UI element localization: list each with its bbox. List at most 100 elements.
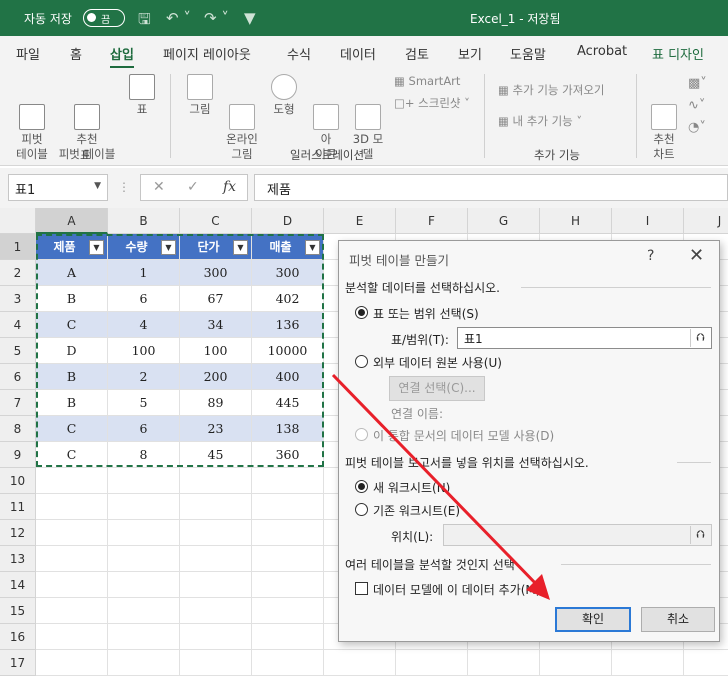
grid-cell[interactable] [180,520,252,546]
grid-cell[interactable] [684,650,728,676]
column-header-b[interactable]: B [108,208,180,234]
screenshot-button[interactable]: □+ 스크린샷 ˅ [394,95,470,111]
save-icon[interactable]: 🖫 [138,9,151,34]
row-header-16[interactable]: 16 [0,624,36,650]
tab-view[interactable]: 보기 [458,44,482,63]
row-header-1[interactable]: 1 [0,234,36,260]
table-cell[interactable]: 10000 [252,338,324,364]
grid-cell[interactable] [324,650,396,676]
table-cell[interactable]: 34 [180,312,252,338]
select-all-corner[interactable] [0,208,36,234]
grid-cell[interactable] [36,572,108,598]
grid-cell[interactable] [108,572,180,598]
online-pictures-button[interactable]: 온라인 그림 [222,74,262,177]
grid-cell[interactable] [396,650,468,676]
table-cell[interactable]: B [36,364,108,390]
radio-new-worksheet-label[interactable]: 새 워크시트(N) [373,479,450,496]
filter-dropdown-icon[interactable]: ▼ [233,240,248,255]
pictures-button[interactable]: 그림 [182,74,218,117]
grid-cell[interactable] [252,624,324,650]
undo-icon[interactable]: ↶ ˅ [166,9,191,27]
radio-table-range-label[interactable]: 표 또는 범위 선택(S) [373,305,479,322]
row-header-3[interactable]: 3 [0,286,36,312]
grid-cell[interactable] [108,546,180,572]
choose-connection-button[interactable]: 연결 선택(C)... [389,376,485,401]
table-cell[interactable]: D [36,338,108,364]
table-header-cell[interactable]: 수량 ▼ [108,234,180,260]
autosave-toggle[interactable]: 끔 [83,9,125,27]
column-header-g[interactable]: G [468,208,540,234]
table-cell[interactable]: A [36,260,108,286]
line-chart-icon[interactable]: ∿˅ [688,98,705,113]
tab-page-layout[interactable]: 페이지 레이아웃 [163,44,251,63]
table-cell[interactable]: 4 [108,312,180,338]
collapse-dialog-icon[interactable]: ⮉ [690,329,710,347]
grid-cell[interactable] [612,650,684,676]
column-header-e[interactable]: E [324,208,396,234]
range-input[interactable]: 표1 ⮉ [457,327,712,349]
table-cell[interactable]: 136 [252,312,324,338]
column-chart-icon[interactable]: ▩˅ [688,76,707,91]
table-cell[interactable]: 89 [180,390,252,416]
table-cell[interactable]: C [36,312,108,338]
table-cell[interactable]: 6 [108,286,180,312]
grid-cell[interactable] [108,598,180,624]
radio-table-range[interactable] [355,306,368,319]
row-header-11[interactable]: 11 [0,494,36,520]
column-header-h[interactable]: H [540,208,612,234]
grid-cell[interactable] [108,650,180,676]
row-header-7[interactable]: 7 [0,390,36,416]
grid-cell[interactable] [180,598,252,624]
table-cell[interactable]: 445 [252,390,324,416]
table-header-cell[interactable]: 제품 ▼ [36,234,108,260]
table-cell[interactable]: 1 [108,260,180,286]
table-cell[interactable]: 8 [108,442,180,468]
collapse-dialog-icon[interactable]: ⮉ [690,526,710,544]
grid-cell[interactable] [36,468,108,494]
get-addins-button[interactable]: ▦ 추가 기능 가져오기 [498,82,604,98]
tab-home[interactable]: 홈 [70,44,82,63]
tab-acrobat[interactable]: Acrobat [577,44,627,59]
filter-dropdown-icon[interactable]: ▼ [161,240,176,255]
grid-cell[interactable] [108,494,180,520]
table-cell[interactable]: 100 [180,338,252,364]
grid-cell[interactable] [108,624,180,650]
location-input[interactable]: ⮉ [443,524,712,546]
row-header-9[interactable]: 9 [0,442,36,468]
table-cell[interactable]: 100 [108,338,180,364]
tab-table-design[interactable]: 표 디자인 [652,44,704,63]
grid-cell[interactable] [252,494,324,520]
table-cell[interactable]: C [36,442,108,468]
table-cell[interactable]: 67 [180,286,252,312]
table-cell[interactable]: 2 [108,364,180,390]
filter-dropdown-icon[interactable]: ▼ [89,240,104,255]
formula-input[interactable]: 제품 [254,174,728,201]
column-header-d[interactable]: D [252,208,324,234]
table-cell[interactable]: 5 [108,390,180,416]
row-header-17[interactable]: 17 [0,650,36,676]
table-button[interactable]: 표 [124,74,160,117]
table-cell[interactable]: 6 [108,416,180,442]
grid-cell[interactable] [252,572,324,598]
tab-data[interactable]: 데이터 [340,44,376,63]
column-header-c[interactable]: C [180,208,252,234]
shapes-button[interactable]: 도형 [266,74,302,117]
grid-cell[interactable] [36,598,108,624]
table-cell[interactable]: 138 [252,416,324,442]
grid-cell[interactable] [180,546,252,572]
grid-cell[interactable] [180,624,252,650]
column-header-a[interactable]: A [36,208,108,234]
grid-cell[interactable] [36,624,108,650]
radio-data-model[interactable] [355,428,368,441]
grid-cell[interactable] [180,572,252,598]
redo-icon[interactable]: ↷ ˅ [204,9,229,27]
grid-cell[interactable] [36,650,108,676]
column-header-j[interactable]: J [684,208,728,234]
pie-chart-icon[interactable]: ◔˅ [688,120,706,135]
table-cell[interactable]: 200 [180,364,252,390]
radio-data-model-label[interactable]: 이 통합 문서의 데이터 모델 사용(D) [373,427,554,444]
grid-cell[interactable] [252,650,324,676]
table-cell[interactable]: 23 [180,416,252,442]
radio-external-source-label[interactable]: 외부 데이터 원본 사용(U) [373,354,502,371]
grid-cell[interactable] [540,650,612,676]
